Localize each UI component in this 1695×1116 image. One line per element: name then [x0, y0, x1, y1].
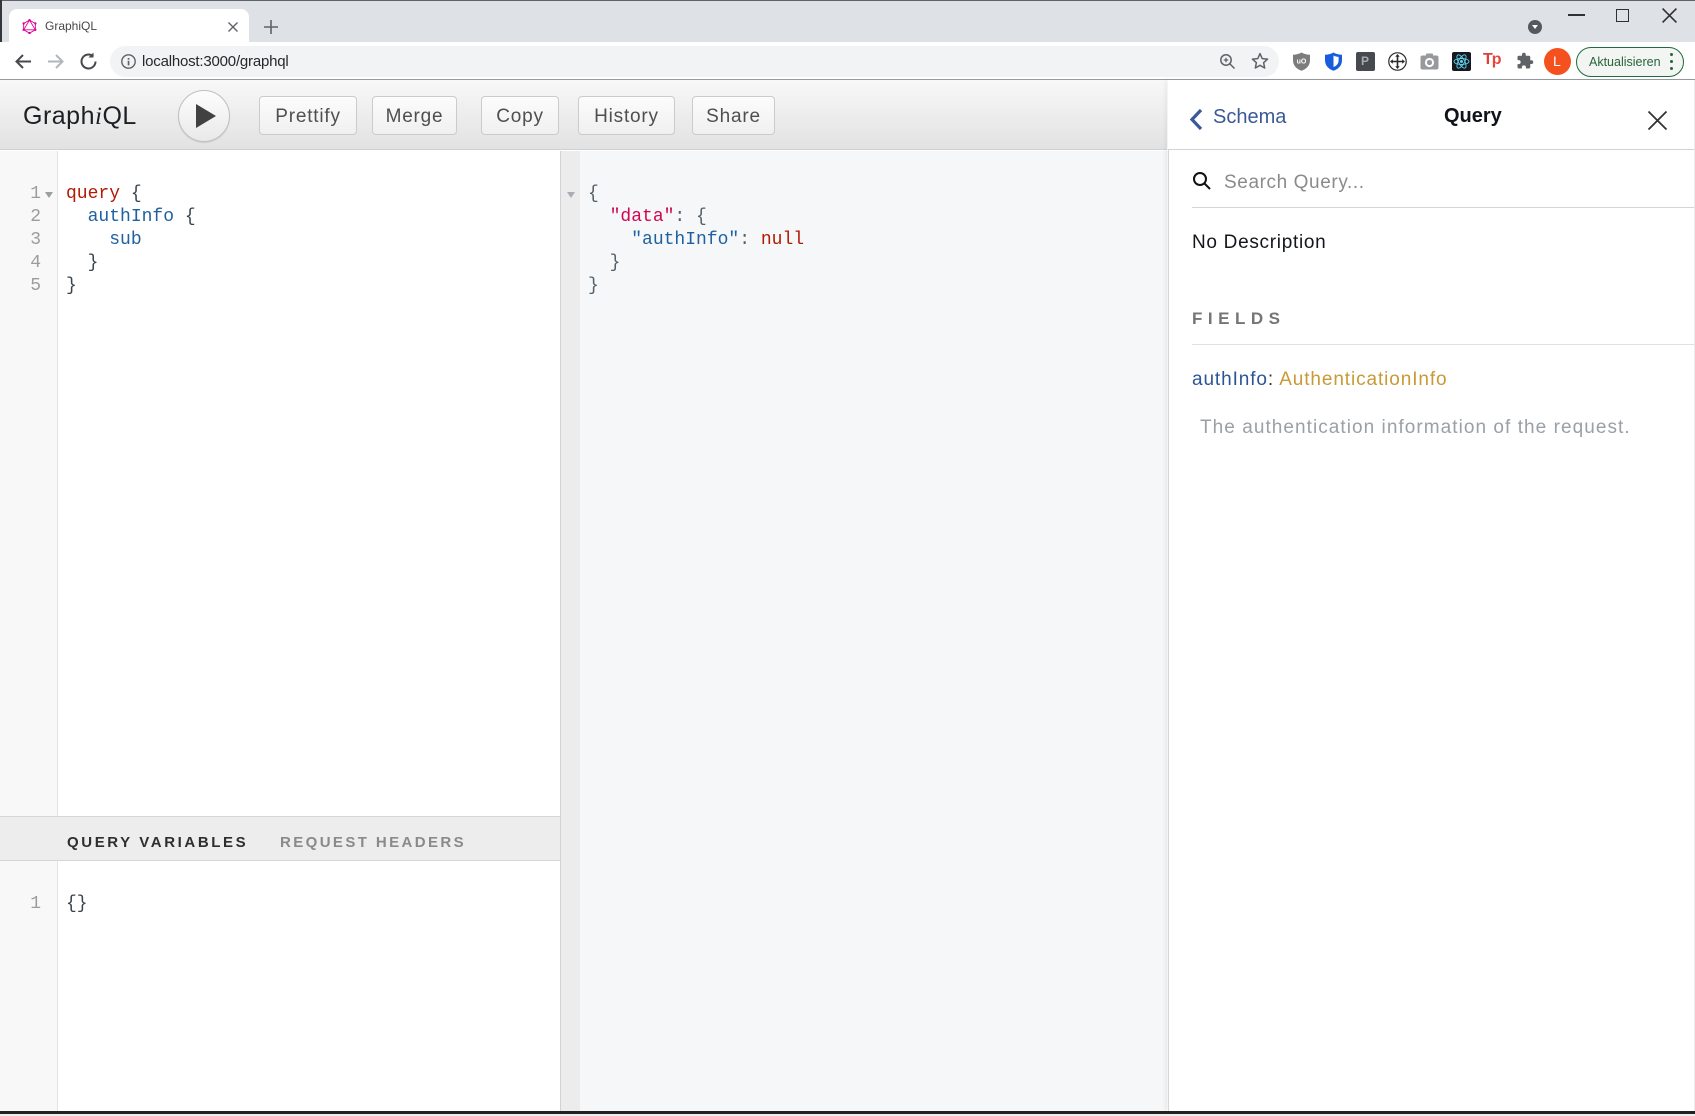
- svg-text:uO: uO: [1297, 59, 1307, 66]
